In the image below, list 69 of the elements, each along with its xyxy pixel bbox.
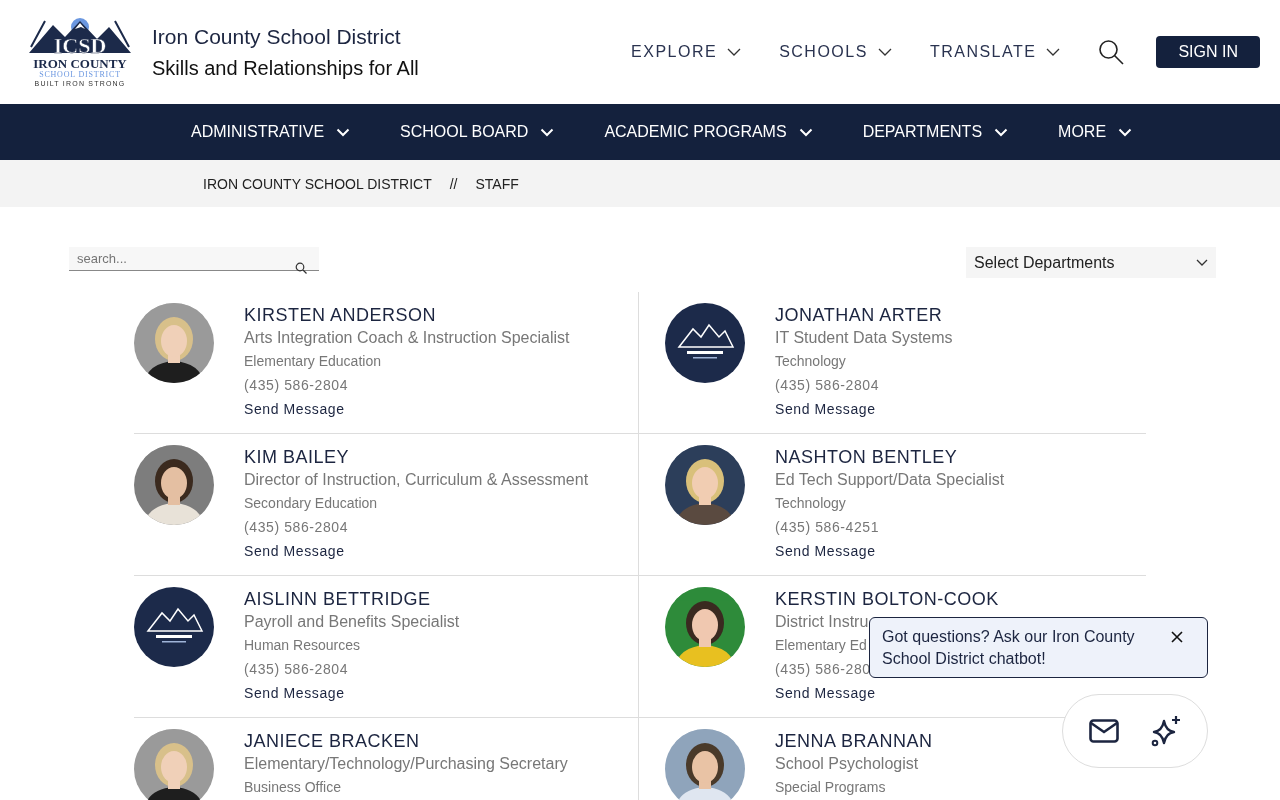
nav-menu-item[interactable]: ADMINISTRATIVE (191, 123, 351, 141)
chevron-down-icon (336, 127, 351, 137)
chevron-down-icon (1118, 127, 1133, 137)
send-message-link[interactable]: Send Message (244, 397, 345, 421)
staff-phone: (435) 586-4251 (775, 518, 880, 537)
chevron-down-icon (727, 48, 742, 56)
breadcrumb-link[interactable]: STAFF (475, 175, 519, 192)
staff-phone: (435) 586-2804 (244, 660, 349, 679)
send-message-link[interactable]: Send Message (775, 397, 876, 421)
close-icon[interactable] (1171, 631, 1183, 643)
logo-icon (134, 587, 214, 667)
staff-title: School Psychologist (775, 754, 919, 774)
staff-title: Payroll and Benefits Specialist (244, 612, 460, 632)
nav-link[interactable]: EXPLORE (631, 43, 742, 61)
staff-phone: (435) 586-2804 (244, 518, 349, 537)
mail-icon[interactable] (1088, 719, 1119, 743)
site-tagline: Skills and Relationships for All (152, 56, 419, 80)
department-dropdown[interactable]: Select Departments (966, 247, 1216, 278)
staff-phone: (435) 586-280 (775, 660, 871, 679)
sign-in-button[interactable]: SIGN IN (1156, 36, 1260, 68)
staff-title: Ed Tech Support/Data Specialist (775, 470, 1005, 490)
sparkle-icon[interactable] (1149, 715, 1182, 747)
staff-name: JENNA BRANNAN (775, 730, 933, 753)
send-message-link[interactable]: Send Message (775, 681, 876, 705)
chevron-down-icon (994, 127, 1009, 137)
staff-department: Technology (775, 352, 846, 371)
nav-menu-item[interactable]: SCHOOL BOARD (400, 123, 555, 141)
nav-link[interactable]: TRANSLATE (929, 43, 1061, 61)
send-message-link[interactable]: Send Message (244, 539, 345, 563)
search-icon[interactable] (295, 262, 307, 274)
staff-department: Business Office (244, 778, 341, 797)
staff-title: Arts Integration Coach & Instruction Specialist (244, 328, 570, 348)
breadcrumb-link[interactable]: IRON COUNTY SCHOOL DISTRICT (203, 175, 432, 192)
send-message-link[interactable]: Send Message (244, 681, 345, 705)
chevron-down-icon (1046, 48, 1061, 56)
staff-name: AISLINN BETTRIDGE (244, 588, 431, 611)
chevron-down-icon (1196, 259, 1208, 266)
staff-title: Director of Instruction, Curriculum & Assessment (244, 470, 589, 490)
search-icon[interactable] (1098, 39, 1125, 65)
staff-name: NASHTON BENTLEY (775, 446, 958, 469)
nav-menu-item[interactable]: ACADEMIC PROGRAMS (604, 123, 813, 141)
staff-department: Technology (775, 494, 846, 513)
staff-title: IT Student Data Systems (775, 328, 953, 348)
chevron-down-icon (877, 48, 892, 56)
staff-phone: (435) 586-2804 (244, 376, 349, 395)
chatbot-prompt: Got questions? Ask our Iron County School District chatbot! (882, 627, 1136, 669)
staff-name: KIRSTEN ANDERSON (244, 304, 437, 327)
staff-title: Elementary/Technology/Purchasing Secretary (244, 754, 568, 774)
staff-department: Elementary Education (244, 352, 381, 371)
search-field[interactable]: search... (69, 247, 319, 271)
staff-department: Secondary Education (244, 494, 378, 513)
breadcrumb-separator: // (449, 175, 458, 192)
staff-department: Elementary Ed (775, 636, 867, 655)
logo-icon (665, 303, 745, 383)
staff-department: Special Programs (775, 778, 886, 797)
staff-name: KIM BAILEY (244, 446, 350, 469)
nav-link[interactable]: SCHOOLS (779, 43, 892, 61)
staff-title: District Instru (775, 612, 869, 632)
chevron-down-icon (798, 127, 813, 137)
staff-phone: (435) 586-2804 (775, 376, 880, 395)
site-title[interactable]: Iron County School District (152, 24, 419, 49)
staff-name: KERSTIN BOLTON-COOK (775, 588, 999, 611)
staff-name: JANIECE BRACKEN (244, 730, 420, 753)
chevron-down-icon (540, 127, 555, 137)
send-message-link[interactable]: Send Message (775, 539, 876, 563)
nav-menu-item[interactable]: DEPARTMENTS (862, 123, 1009, 141)
staff-department: Human Resources (244, 636, 360, 655)
staff-name: JONATHAN ARTER (775, 304, 943, 327)
nav-menu-item[interactable]: MORE (1058, 123, 1133, 141)
